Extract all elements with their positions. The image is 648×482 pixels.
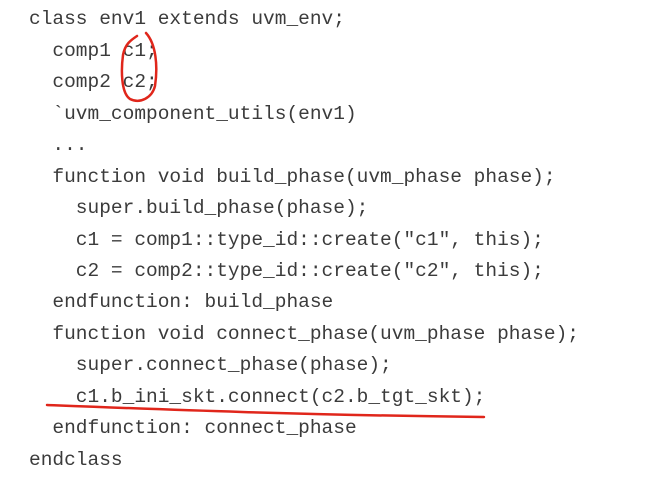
code-line-6: function void build_phase(uvm_phase phas…	[29, 166, 556, 188]
code-line-4: `uvm_component_utils(env1)	[29, 103, 357, 125]
code-line-12: super.connect_phase(phase);	[29, 354, 392, 376]
code-line-14: endfunction: connect_phase	[29, 417, 357, 439]
code-line-15: endclass	[29, 449, 123, 471]
code-line-9: c2 = comp2::type_id::create("c2", this);	[29, 260, 544, 282]
code-line-1: class env1 extends uvm_env;	[29, 8, 345, 30]
code-line-2: comp1 c1;	[29, 40, 158, 62]
code-line-5: ...	[29, 134, 88, 156]
code-line-7: super.build_phase(phase);	[29, 197, 369, 219]
code-screenshot: class env1 extends uvm_env; comp1 c1; co…	[0, 0, 648, 482]
code-line-10: endfunction: build_phase	[29, 291, 334, 313]
code-line-3: comp2 c2;	[29, 71, 158, 93]
code-block: class env1 extends uvm_env; comp1 c1; co…	[0, 0, 648, 482]
code-line-13: c1.b_ini_skt.connect(c2.b_tgt_skt);	[29, 386, 486, 408]
code-line-8: c1 = comp1::type_id::create("c1", this);	[29, 229, 544, 251]
code-line-11: function void connect_phase(uvm_phase ph…	[29, 323, 579, 345]
